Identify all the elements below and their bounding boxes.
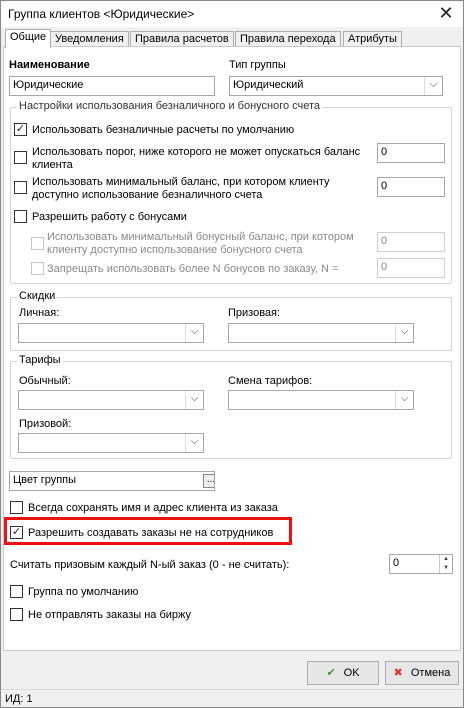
no-exchange-checkbox[interactable] (10, 608, 23, 621)
always-save-checkbox[interactable] (10, 501, 23, 514)
discounts-legend: Скидки (17, 290, 58, 302)
count-prize-value: 0 (393, 557, 400, 569)
no-exchange-label: Не отправлять заказы на биржу (28, 609, 192, 621)
allow-bonus-checkbox[interactable] (14, 210, 27, 223)
tab-general[interactable]: Общие (5, 29, 52, 48)
min-bonus-balance-checkbox[interactable] (31, 237, 44, 250)
spinner-arrows[interactable]: ▲ ▼ (439, 555, 452, 573)
tab-notifications[interactable]: Уведомления (50, 31, 129, 47)
status-bar: ИД: 1 (1, 689, 463, 707)
allow-not-employees-checkbox[interactable]: ✓ (10, 526, 23, 539)
regular-tariff-select[interactable]: ⌵ (18, 390, 204, 410)
always-save-label: Всегда сохранять имя и адрес клиента из … (28, 502, 278, 514)
checkmark-icon: ✔ (326, 667, 336, 679)
personal-discount-select[interactable]: ⌵ (18, 323, 204, 343)
window-title: Группа клиентов <Юридические> (8, 7, 195, 21)
tariff-change-label: Смена тарифов: (228, 375, 313, 387)
title-bar: Группа клиентов <Юридические> ✕ (1, 1, 463, 27)
chevron-down-icon: ⌵ (185, 391, 203, 409)
use-cashless-default-checkbox[interactable]: ✓ (14, 123, 27, 136)
tariff-change-select[interactable]: ⌵ (228, 390, 414, 410)
default-group-checkbox[interactable] (10, 585, 23, 598)
cancel-button[interactable]: ✖ Отмена (385, 661, 459, 685)
personal-discount-label: Личная: (19, 307, 60, 319)
allow-not-employees-label: Разрешить создавать заказы не на сотрудн… (28, 527, 274, 539)
color-picker-button[interactable]: ... (203, 474, 214, 488)
threshold-input[interactable]: 0 (377, 143, 445, 163)
forbid-more-bonus-checkbox[interactable] (31, 262, 44, 275)
group-type-label: Тип группы (229, 59, 286, 71)
spin-down-icon[interactable]: ▼ (440, 564, 452, 573)
cancel-button-label: Отмена (410, 667, 451, 679)
group-color-field[interactable]: Цвет группы ... (9, 471, 215, 491)
close-icon[interactable]: ✕ (435, 3, 457, 25)
name-label: Наименование (9, 59, 90, 71)
forbid-more-bonus-input[interactable]: 0 (377, 258, 445, 278)
dialog-window: Группа клиентов <Юридические> ✕ Общие Ув… (0, 0, 464, 708)
count-prize-label: Считать призовым каждый N-ый заказ (0 - … (10, 559, 290, 571)
group-type-value: Юридический (233, 79, 304, 91)
min-balance-input[interactable]: 0 (377, 177, 445, 197)
chevron-down-icon: ⌵ (424, 77, 442, 95)
tab-calc-rules[interactable]: Правила расчетов (130, 31, 234, 47)
tab-bar: Общие Уведомления Правила расчетов Прави… (5, 29, 459, 48)
threshold-checkbox[interactable] (14, 151, 27, 164)
prize-discount-select[interactable]: ⌵ (228, 323, 414, 343)
ok-button-label: OK (343, 667, 360, 679)
use-cashless-default-label: Использовать безналичные расчеты по умол… (32, 124, 295, 136)
default-group-label: Группа по умолчанию (28, 586, 139, 598)
cross-icon: ✖ (393, 667, 403, 679)
min-bonus-balance-label: Использовать минимальный бонусный баланс… (47, 231, 354, 256)
min-bonus-balance-input[interactable]: 0 (377, 232, 445, 252)
threshold-label: Использовать порог, ниже которого не мож… (32, 146, 361, 171)
allow-bonus-label: Разрешить работу с бонусами (32, 211, 187, 223)
tab-attributes[interactable]: Атрибуты (343, 31, 402, 47)
prize-tariff-label: Призовой: (19, 418, 72, 430)
group-color-label: Цвет группы (13, 474, 77, 486)
min-balance-checkbox[interactable] (14, 181, 27, 194)
tariffs-legend: Тарифы (17, 354, 63, 366)
group-type-select[interactable]: Юридический ⌵ (229, 76, 443, 96)
tab-transition-rules[interactable]: Правила перехода (235, 31, 341, 47)
ok-button[interactable]: ✔ OK (307, 661, 379, 685)
chevron-down-icon: ⌵ (395, 324, 413, 342)
spin-up-icon[interactable]: ▲ (440, 555, 452, 564)
count-prize-spinbox[interactable]: 0 ▲ ▼ (389, 554, 453, 574)
id-status: ИД: 1 (5, 693, 33, 705)
cashless-settings-legend: Настройки использования безналичного и б… (17, 100, 323, 112)
prize-discount-label: Призовая: (228, 307, 281, 319)
min-balance-label: Использовать минимальный баланс, при кот… (32, 176, 330, 201)
forbid-more-bonus-label: Запрещать использовать более N бонусов п… (47, 263, 339, 275)
name-input[interactable]: Юридические (9, 76, 215, 96)
chevron-down-icon: ⌵ (395, 391, 413, 409)
chevron-down-icon: ⌵ (185, 324, 203, 342)
chevron-down-icon: ⌵ (185, 434, 203, 452)
prize-tariff-select[interactable]: ⌵ (18, 433, 204, 453)
regular-tariff-label: Обычный: (19, 375, 71, 387)
